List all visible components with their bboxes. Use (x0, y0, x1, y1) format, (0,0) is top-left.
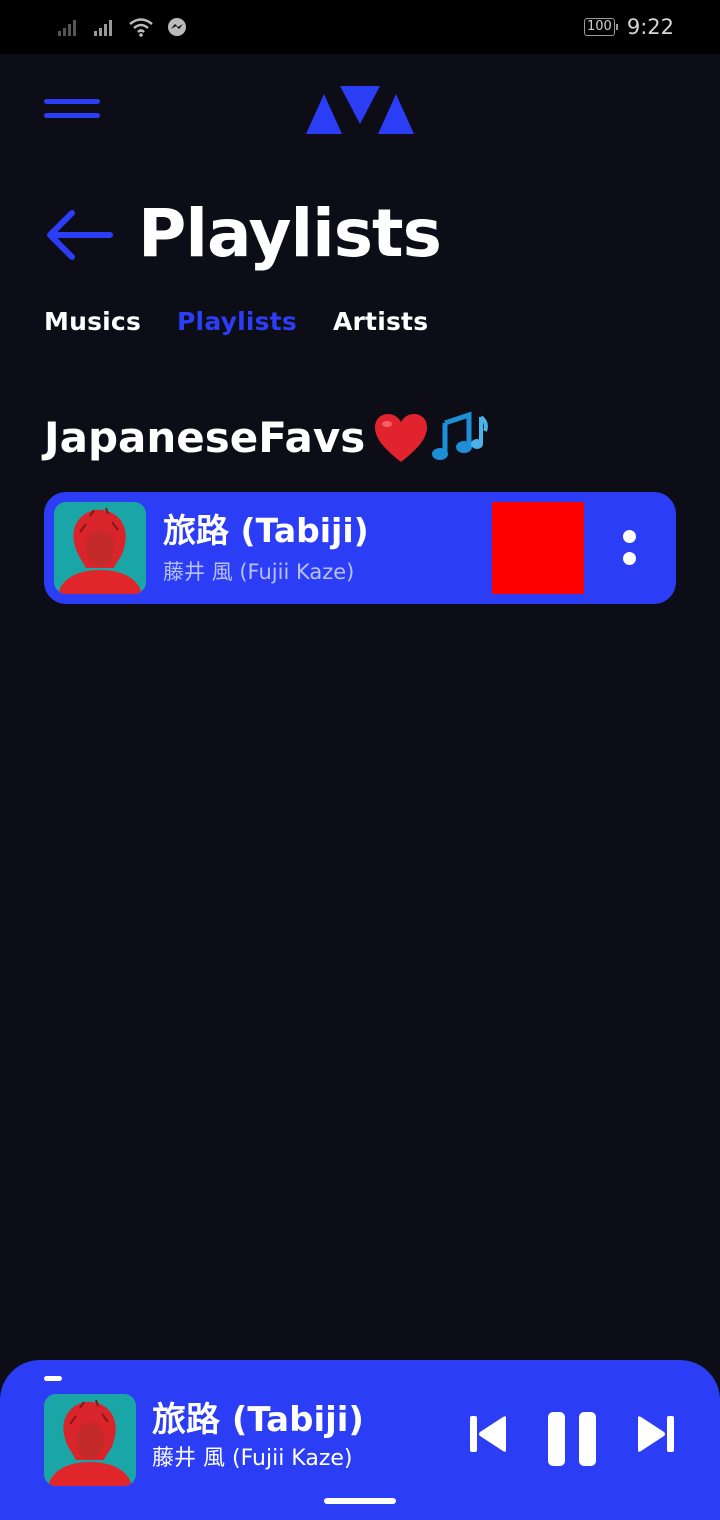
hamburger-menu-icon[interactable] (44, 96, 102, 124)
status-icons-right: 100 9:22 (584, 14, 674, 40)
app-logo-icon (306, 86, 414, 134)
music-notes-icon (432, 411, 489, 460)
album-art (54, 502, 146, 594)
track-list-item[interactable]: 旅路 (Tabiji) 藤井 風 (Fujii Kaze) (44, 492, 676, 604)
page-title: Playlists (138, 195, 442, 272)
messenger-icon (168, 18, 186, 36)
tab-artists[interactable]: Artists (333, 306, 428, 338)
back-arrow-icon[interactable] (42, 208, 114, 262)
now-playing-bar[interactable]: 旅路 (Tabiji) 藤井 風 (Fujii Kaze) (0, 1360, 720, 1520)
signal-icon (58, 20, 76, 36)
now-playing-album-art (44, 1394, 136, 1486)
more-vertical-icon[interactable] (614, 526, 644, 570)
playlist-heading: JapaneseFavs (44, 410, 489, 466)
drag-handle[interactable] (44, 1376, 62, 1381)
clock: 9:22 (626, 15, 674, 39)
heading-emoji (373, 411, 489, 465)
now-playing-artist: 藤井 風 (Fujii Kaze) (152, 1446, 353, 1471)
signal-icon (94, 20, 112, 36)
next-icon[interactable] (636, 1414, 676, 1454)
now-playing-title: 旅路 (Tabiji) (152, 1400, 364, 1440)
red-placeholder-box (492, 502, 584, 594)
wifi-icon (129, 18, 153, 37)
track-title: 旅路 (Tabiji) (163, 511, 369, 550)
status-bar: 100 9:22 (0, 0, 720, 54)
playlist-name: JapaneseFavs (44, 413, 366, 462)
battery-indicator: 100 (584, 18, 618, 36)
previous-icon[interactable] (468, 1414, 508, 1454)
tab-bar: Musics Playlists Artists (44, 306, 428, 338)
pause-icon[interactable] (548, 1412, 596, 1466)
track-artist: 藤井 風 (Fujii Kaze) (163, 560, 355, 584)
tab-playlists[interactable]: Playlists (177, 306, 297, 338)
status-icons-left (56, 14, 188, 40)
heart-icon (375, 414, 428, 462)
system-nav-bar[interactable] (324, 1498, 396, 1504)
tab-musics[interactable]: Musics (44, 306, 141, 338)
